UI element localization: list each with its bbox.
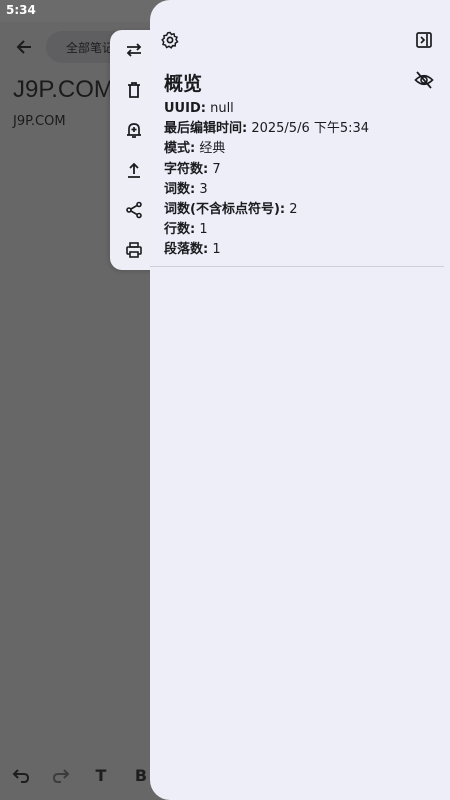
divider xyxy=(150,266,444,267)
info-value: 2025/5/6 下午5:34 xyxy=(247,121,370,137)
undo-icon[interactable] xyxy=(12,766,30,784)
info-row-char-count: 字符数: 7 xyxy=(164,160,369,180)
info-panel: 概览 UUID: null 最后编辑时间: 2025/5/6 下午5:34 模式… xyxy=(150,0,450,800)
panel-toolbar xyxy=(150,28,450,52)
info-key: 词数: xyxy=(164,181,196,197)
info-key: 段落数: xyxy=(164,242,209,258)
info-row-line-count: 行数: 1 xyxy=(164,220,369,240)
info-key: 行数: xyxy=(164,222,196,238)
add-reminder-icon[interactable] xyxy=(121,117,147,143)
info-value: 3 xyxy=(195,181,208,197)
info-row-word-count-no-punct: 词数(不含标点符号): 2 xyxy=(164,200,369,220)
info-value: 1 xyxy=(208,242,221,258)
info-value: 7 xyxy=(208,161,221,177)
note-body[interactable]: J9P.COM xyxy=(13,114,66,129)
info-key: 字符数: xyxy=(164,161,209,177)
info-value: null xyxy=(205,101,234,116)
info-key: 模式: xyxy=(164,141,196,157)
panel-title: 概览 xyxy=(164,73,203,95)
share-icon[interactable] xyxy=(121,197,147,223)
swap-icon[interactable] xyxy=(121,37,147,63)
info-row-word-count: 词数: 3 xyxy=(164,180,369,200)
redo-icon[interactable] xyxy=(52,766,70,784)
back-arrow-icon[interactable] xyxy=(14,37,34,57)
info-row-last-edited: 最后编辑时间: 2025/5/6 下午5:34 xyxy=(164,119,369,139)
print-icon[interactable] xyxy=(121,237,147,263)
info-row-mode: 模式: 经典 xyxy=(164,139,369,159)
note-title[interactable]: J9P.COM xyxy=(13,76,114,104)
info-value: 2 xyxy=(285,202,298,218)
visibility-off-icon[interactable] xyxy=(412,68,436,92)
text-style-icon[interactable]: T xyxy=(92,766,110,785)
info-key: UUID: xyxy=(164,101,206,116)
export-icon[interactable] xyxy=(121,157,147,183)
delete-icon[interactable] xyxy=(121,77,147,103)
info-key: 词数(不含标点符号): xyxy=(164,202,286,218)
info-row-paragraph-count: 段落数: 1 xyxy=(164,240,369,260)
close-panel-icon[interactable] xyxy=(412,28,436,52)
info-value: 经典 xyxy=(195,141,226,157)
info-key: 最后编辑时间: xyxy=(164,121,248,137)
info-list: UUID: null 最后编辑时间: 2025/5/6 下午5:34 模式: 经… xyxy=(164,99,369,261)
status-time: 5:34 xyxy=(6,3,36,17)
info-value: 1 xyxy=(195,222,208,238)
gear-icon[interactable] xyxy=(158,28,182,52)
info-row-uuid: UUID: null xyxy=(164,99,369,119)
bold-icon[interactable]: B xyxy=(132,766,150,785)
